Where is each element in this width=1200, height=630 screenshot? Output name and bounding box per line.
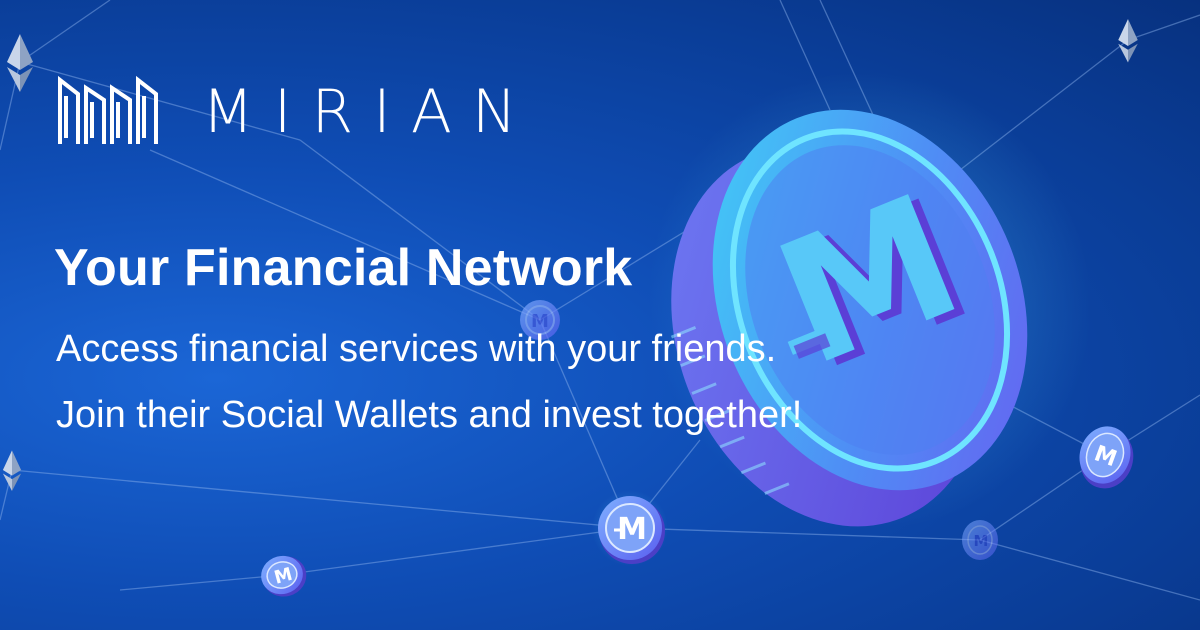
- ethereum-diamond-icon: [2, 450, 22, 491]
- mirian-token-icon: M: [592, 490, 668, 566]
- hero-subline-1: Access financial services with your frie…: [56, 328, 777, 370]
- svg-text:M: M: [617, 512, 647, 547]
- mirian-token-icon: M: [1079, 426, 1134, 489]
- svg-text:M: M: [974, 532, 989, 550]
- brand-name: MIRIAN: [202, 77, 537, 147]
- hero-headline: Your Financial Network: [54, 239, 633, 297]
- ethereum-diamond-icon: [7, 34, 33, 92]
- social-share-banner: M M M M M M M MIRIAN Your Financial Netw…: [0, 0, 1200, 630]
- mirian-token-icon: M: [261, 555, 307, 597]
- brand-logo[interactable]: MIRIAN: [56, 74, 566, 150]
- mirian-token-icon: M: [962, 520, 998, 560]
- hero-subline-2: Join their Social Wallets and invest tog…: [56, 394, 803, 436]
- mirian-logo-icon: [58, 75, 158, 144]
- ethereum-diamond-icon: [1118, 19, 1138, 63]
- mirian-hero-coin-icon: M M: [648, 71, 1092, 529]
